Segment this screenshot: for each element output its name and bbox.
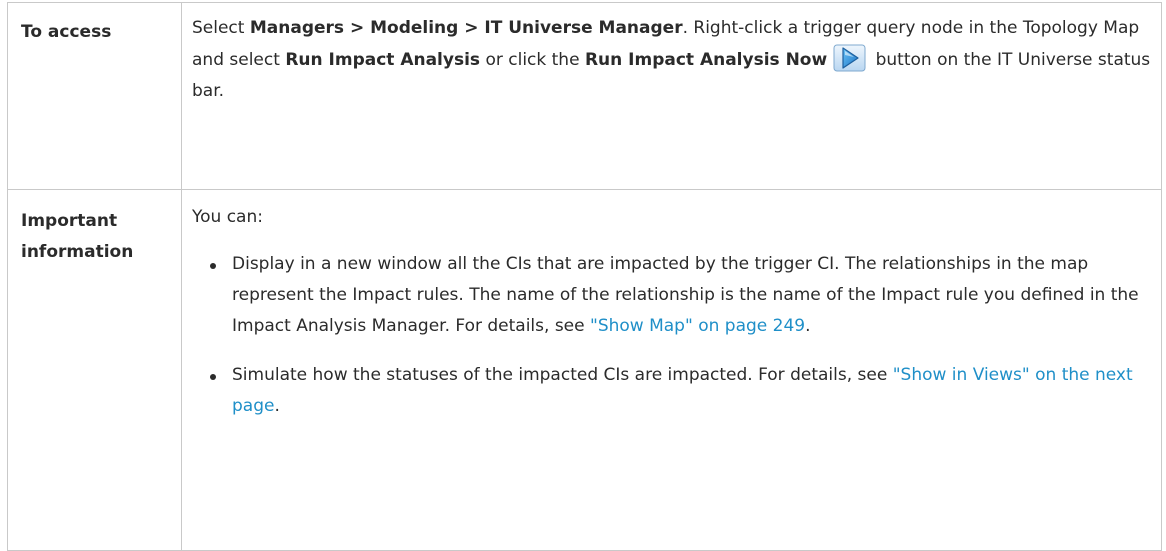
access-or-click: or click the [480,50,585,70]
show-map-link[interactable]: "Show Map" on page 249 [590,316,805,336]
play-triangle-icon [833,44,866,72]
important-row: Important information You can: Display i… [7,189,1162,551]
important-content: You can: Display in a new window all the… [181,189,1162,551]
list-item: Display in a new window all the CIs that… [192,249,1151,342]
menu-item-name: Run Impact Analysis [285,50,481,70]
button-name: Run Impact Analysis Now [584,50,828,70]
important-intro: You can: [192,207,263,227]
bullet-icon [210,263,216,269]
important-list: Display in a new window all the CIs that… [192,249,1151,422]
access-select-text: Select [192,18,250,38]
list-item-end: . [274,396,280,416]
list-item-text: Simulate how the statuses of the impacte… [232,365,893,385]
list-item: Simulate how the statuses of the impacte… [192,360,1151,422]
important-label: Important information [7,189,182,551]
access-label: To access [7,2,182,190]
info-table: To access Select Managers > Modeling > I… [7,2,1162,551]
list-item-end: . [805,316,811,336]
menu-path: Managers > Modeling > IT Universe Manage… [249,18,683,38]
bullet-icon [210,374,216,380]
access-row: To access Select Managers > Modeling > I… [7,2,1162,190]
access-content: Select Managers > Modeling > IT Universe… [181,2,1162,190]
